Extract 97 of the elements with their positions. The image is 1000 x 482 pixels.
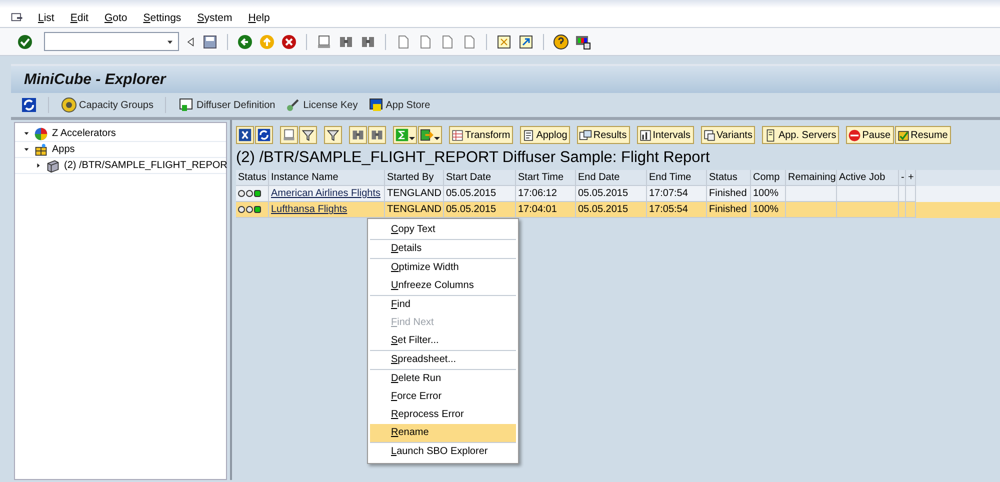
menu-item[interactable]: Goto (102, 12, 130, 24)
command-field[interactable] (44, 32, 179, 51)
menu-item[interactable]: Help (246, 12, 272, 24)
check-icon[interactable] (17, 34, 33, 50)
toolbar-button[interactable]: Transform (449, 126, 514, 144)
toolbar-button[interactable]: Variants (700, 126, 756, 144)
toolbar-button[interactable]: Results (577, 126, 630, 144)
box-icon (34, 142, 48, 156)
toolbar-button[interactable]: Pause (846, 126, 894, 144)
toolbar-button[interactable]: Diffuser Definition (176, 96, 278, 114)
filter-icon (301, 128, 315, 142)
monitor-icon (368, 97, 384, 113)
window-title: MiniCube - Explorer (24, 71, 166, 88)
expanded-arrow-icon[interactable] (23, 130, 30, 137)
cancel-icon[interactable] (281, 34, 297, 50)
toolbar-button[interactable] (255, 126, 273, 144)
table-cell: 05.05.2015 (578, 204, 628, 215)
table-cell: 17:07:54 (649, 188, 688, 199)
tree-item[interactable]: Apps (52, 144, 75, 155)
log-icon (522, 128, 536, 142)
toolbar-button[interactable]: Applog (520, 126, 570, 144)
menu-item[interactable]: List (36, 12, 56, 24)
table-cell: Finished (709, 188, 747, 199)
tree-item[interactable]: (2) /BTR/SAMPLE_FLIGHT_REPOR (64, 160, 228, 171)
chart-icon (638, 128, 652, 142)
table-row[interactable]: Lufthansa Flights TENGLAND 05.05.2015 17:04:01 05.05.2015 17:05:54 Finished 100% (236, 202, 1000, 218)
shortcut-icon[interactable] (518, 34, 534, 50)
context-menu-item[interactable]: Find (370, 296, 516, 314)
context-menu-item[interactable]: Reprocess Error (370, 406, 516, 424)
toolbar-button[interactable] (324, 126, 342, 144)
expanded-arrow-icon[interactable] (23, 146, 30, 153)
toolbar-button[interactable]: Resume (894, 126, 951, 144)
toolbar-button[interactable] (299, 126, 317, 144)
menu-item[interactable]: Settings (141, 12, 184, 24)
export-icon (420, 128, 434, 142)
context-menu-item[interactable]: Launch SBO Explorer (370, 443, 516, 461)
monitor-icon (178, 97, 194, 113)
toolbar-button[interactable] (349, 126, 367, 144)
menu-item[interactable]: Edit (68, 12, 90, 24)
print-icon (282, 128, 296, 142)
caret-icon (434, 137, 440, 140)
globe-icon (34, 126, 48, 140)
filter-icon (326, 128, 340, 142)
refresh-icon (257, 128, 271, 142)
help-icon[interactable] (553, 34, 569, 50)
check-icon (896, 128, 910, 142)
spreadsheet-icon (238, 128, 252, 142)
windows-icon (579, 128, 592, 142)
table-cell: 17:05:54 (649, 204, 688, 215)
toolbar-button[interactable] (368, 126, 386, 144)
context-menu-item[interactable]: Force Error (370, 388, 516, 406)
table-cell: TENGLAND (387, 204, 442, 215)
context-menu-item[interactable]: Details (370, 240, 516, 258)
table-icon (451, 128, 464, 142)
context-menu-item[interactable]: Rename (370, 424, 516, 442)
context-menu-item[interactable]: Delete Run (370, 370, 516, 388)
table-cell: 17:04:01 (518, 204, 557, 215)
context-menu-item[interactable]: Copy Text (370, 221, 516, 239)
table-cell: 100% (753, 204, 779, 215)
toolbar-button[interactable]: License Key (283, 96, 360, 114)
monitor-icon[interactable] (575, 34, 591, 50)
table-cell: Finished (709, 204, 747, 215)
window-icon[interactable] (496, 34, 512, 50)
report-title: (2) /BTR/SAMPLE_FLIGHT_REPORT Diffuser Sample: Flight Report (236, 148, 711, 168)
toolbar-button[interactable]: Intervals (636, 126, 694, 144)
table-cell: 05.05.2015 (446, 188, 496, 199)
toolbar-button[interactable] (418, 126, 442, 144)
table-cell: TENGLAND (387, 188, 442, 199)
context-menu-item[interactable]: Unfreeze Columns (370, 277, 516, 295)
save-icon[interactable] (202, 34, 218, 50)
collapsed-arrow-icon[interactable] (35, 162, 42, 169)
print-icon[interactable] (316, 34, 332, 50)
table-row[interactable]: American Airlines Flights TENGLAND 05.05.2015 17:06:12 05.05.2015 17:07:54 Finished 100% (236, 186, 1000, 202)
table-cell: 100% (753, 188, 779, 199)
table-cell: 05.05.2015 (446, 204, 496, 215)
toolbar-button[interactable]: App. Servers (762, 126, 840, 144)
instance-link[interactable]: Lufthansa Flights (271, 204, 348, 215)
caret-icon (409, 137, 415, 140)
stop-icon (848, 128, 862, 142)
pages-icon (702, 128, 716, 142)
context-menu-item[interactable]: Spreadsheet... (370, 351, 516, 369)
toolbar-button[interactable]: App Store (366, 96, 432, 114)
cube-icon (46, 158, 60, 172)
menu-item[interactable]: System (195, 12, 234, 24)
toolbar-button[interactable] (280, 126, 298, 144)
tree-item[interactable]: Z Accelerators (52, 128, 116, 139)
table-cell: 17:06:12 (518, 188, 557, 199)
context-menu-item[interactable]: Optimize Width (370, 259, 516, 277)
instance-link[interactable]: American Airlines Flights (271, 188, 380, 199)
refresh-icon[interactable] (21, 97, 37, 113)
context-menu-item[interactable]: Set Filter... (370, 332, 516, 350)
toolbar-button[interactable] (236, 126, 254, 144)
toolbar-button[interactable]: Capacity Groups (59, 96, 156, 114)
back-icon[interactable] (237, 34, 253, 50)
table-cell: 05.05.2015 (578, 188, 628, 199)
sum-icon (395, 128, 409, 142)
gear-icon (61, 97, 77, 113)
